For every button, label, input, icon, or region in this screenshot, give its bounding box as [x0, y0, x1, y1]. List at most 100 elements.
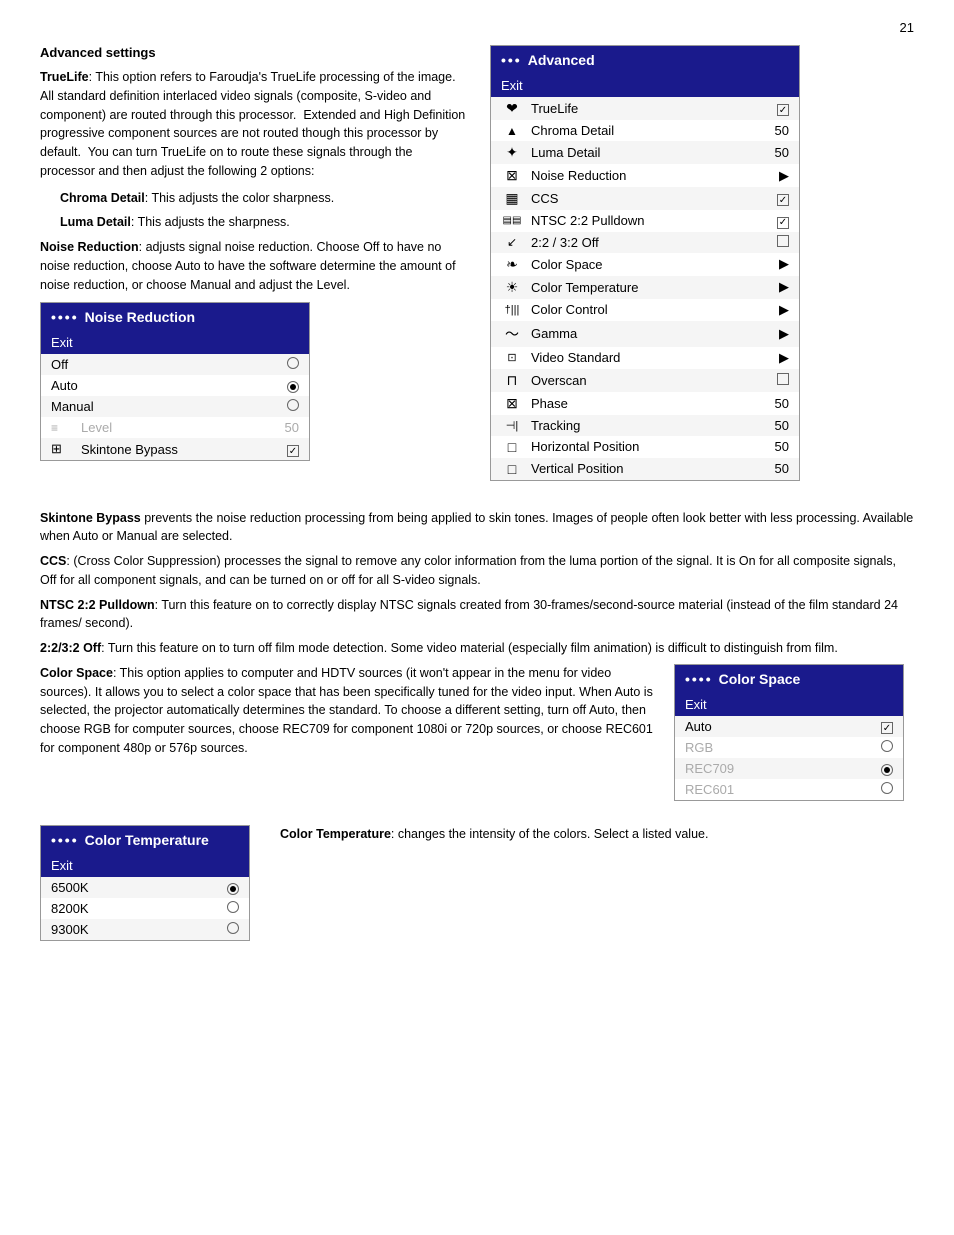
- noise-reduction-text: Noise Reduction: adjusts signal noise re…: [40, 238, 470, 294]
- cs-rgb-radio: [873, 740, 893, 755]
- list-item[interactable]: ❤ TrueLife: [491, 97, 799, 120]
- list-item[interactable]: ▲ Chroma Detail 50: [491, 120, 799, 141]
- vpos-value: 50: [769, 461, 789, 476]
- ntsc-checkbox[interactable]: [769, 213, 789, 229]
- color-temp-menu-col: •••• Color Temperature Exit 6500K 8200K: [40, 825, 260, 953]
- overscan-check[interactable]: [777, 373, 789, 385]
- list-item[interactable]: ▦ CCS: [491, 187, 799, 210]
- skintone-label: Skintone Bypass: [81, 442, 271, 457]
- cs-auto-label: Auto: [685, 719, 865, 734]
- luma-value: 50: [769, 145, 789, 160]
- videostandard-arrow[interactable]: ▶: [769, 350, 789, 366]
- colortemp-exit[interactable]: Exit: [41, 854, 249, 877]
- gamma-icon: 〜: [501, 324, 523, 344]
- list-item: ≡ Level 50: [41, 417, 309, 438]
- nr-off-radio[interactable]: [279, 357, 299, 372]
- overscan-icon: ⊓: [501, 372, 523, 389]
- chroma-detail-text: Chroma Detail: This adjusts the color sh…: [60, 189, 470, 208]
- ccs-icon: ▦: [501, 190, 523, 207]
- gamma-arrow[interactable]: ▶: [769, 326, 789, 342]
- list-item[interactable]: ☀ Color Temperature ▶: [491, 276, 799, 299]
- radio-off[interactable]: [287, 357, 299, 369]
- list-item[interactable]: ▤▤ NTSC 2:2 Pulldown: [491, 210, 799, 232]
- list-item[interactable]: ✦ Luma Detail 50: [491, 141, 799, 164]
- luma-detail-text: Luma Detail: This adjusts the sharpness.: [60, 213, 470, 232]
- noise-reduction-title: Noise Reduction: [85, 309, 195, 325]
- ct-9300k-label: 9300K: [51, 922, 211, 937]
- luma-label: Luma Detail: [531, 145, 761, 160]
- list-item[interactable]: □ Vertical Position 50: [491, 458, 799, 480]
- radio-6500k[interactable]: [227, 883, 239, 895]
- ntsc-check[interactable]: [777, 217, 789, 229]
- list-item[interactable]: 〜 Gamma ▶: [491, 321, 799, 347]
- list-item[interactable]: ⊡ Video Standard ▶: [491, 347, 799, 369]
- ccs-check[interactable]: [777, 194, 789, 206]
- colorspace-header: •••• Color Space: [675, 665, 903, 693]
- colorspace-exit[interactable]: Exit: [675, 693, 903, 716]
- ct-9300k-radio[interactable]: [219, 922, 239, 937]
- colorspace-arrow[interactable]: ▶: [769, 256, 789, 272]
- ct-6500k-radio[interactable]: [219, 880, 239, 895]
- list-item[interactable]: †||| Color Control ▶: [491, 299, 799, 321]
- list-item: REC601: [675, 779, 903, 800]
- cs-auto-check[interactable]: [873, 719, 893, 735]
- skintone-checkbox[interactable]: [279, 442, 299, 458]
- color-temp-menu: •••• Color Temperature Exit 6500K 8200K: [40, 825, 250, 941]
- colorctrl-icon: †|||: [501, 304, 523, 316]
- list-item[interactable]: ❧ Color Space ▶: [491, 253, 799, 276]
- radio-auto[interactable]: [287, 381, 299, 393]
- phase-label: Phase: [531, 396, 761, 411]
- advanced-exit[interactable]: Exit: [491, 74, 799, 97]
- radio-rec601: [881, 782, 893, 794]
- truelife-icon: ❤: [501, 100, 523, 117]
- noise-reduction-menu: •••• Noise Reduction Exit Off Auto: [40, 302, 310, 461]
- advanced-header: ••• Advanced: [491, 46, 799, 74]
- ct-8200k-radio[interactable]: [219, 901, 239, 916]
- radio-9300k[interactable]: [227, 922, 239, 934]
- nr-auto-radio[interactable]: [279, 378, 299, 393]
- cs-auto-checkbox[interactable]: [881, 722, 893, 734]
- overscan-checkbox[interactable]: [769, 373, 789, 388]
- twothree-check[interactable]: [777, 235, 789, 247]
- list-item[interactable]: Auto: [41, 375, 309, 396]
- list-item[interactable]: 9300K: [41, 919, 249, 940]
- list-item[interactable]: Manual: [41, 396, 309, 417]
- advanced-menu: ••• Advanced Exit ❤ TrueLife ▲ Chroma De…: [490, 45, 800, 481]
- nr-manual-radio[interactable]: [279, 399, 299, 414]
- colorspace-desc-col: Color Space: This option applies to comp…: [40, 664, 654, 764]
- radio-manual[interactable]: [287, 399, 299, 411]
- radio-8200k[interactable]: [227, 901, 239, 913]
- truelife-check[interactable]: [777, 104, 789, 116]
- list-item[interactable]: □ Horizontal Position 50: [491, 436, 799, 458]
- ntsc-label: NTSC 2:2 Pulldown: [531, 213, 761, 228]
- color-space-menu: •••• Color Space Exit Auto RGB: [674, 664, 904, 802]
- list-item[interactable]: ⊓ Overscan: [491, 369, 799, 392]
- list-item[interactable]: ⊣| Tracking 50: [491, 415, 799, 436]
- list-item[interactable]: 6500K: [41, 877, 249, 898]
- noise-reduction-exit[interactable]: Exit: [41, 331, 309, 354]
- tracking-icon: ⊣|: [501, 419, 523, 432]
- twothree-checkbox[interactable]: [769, 235, 789, 250]
- list-item: REC709: [675, 758, 903, 779]
- noise-reduction-header: •••• Noise Reduction: [41, 303, 309, 331]
- colortemp-arrow[interactable]: ▶: [769, 279, 789, 295]
- nr-arrow[interactable]: ▶: [769, 168, 789, 184]
- colorctrl-arrow[interactable]: ▶: [769, 302, 789, 318]
- radio-rgb: [881, 740, 893, 752]
- list-item[interactable]: 8200K: [41, 898, 249, 919]
- list-item[interactable]: Auto: [675, 716, 903, 738]
- tracking-label: Tracking: [531, 418, 761, 433]
- skintone-check[interactable]: [287, 445, 299, 457]
- list-item[interactable]: ⊠ Phase 50: [491, 392, 799, 415]
- truelife-checkbox[interactable]: [769, 101, 789, 117]
- list-item[interactable]: Off: [41, 354, 309, 375]
- list-item[interactable]: ↙ 2:2 / 3:2 Off: [491, 232, 799, 253]
- list-item[interactable]: ⊠ Noise Reduction ▶: [491, 164, 799, 187]
- nr-label: Noise Reduction: [531, 168, 761, 183]
- gamma-label: Gamma: [531, 326, 761, 341]
- ct-8200k-label: 8200K: [51, 901, 211, 916]
- list-item[interactable]: ⊞ Skintone Bypass: [41, 438, 309, 460]
- content-area: Advanced settings TrueLife: This option …: [40, 45, 914, 953]
- chroma-label: Chroma Detail: [531, 123, 761, 138]
- ccs-checkbox[interactable]: [769, 191, 789, 207]
